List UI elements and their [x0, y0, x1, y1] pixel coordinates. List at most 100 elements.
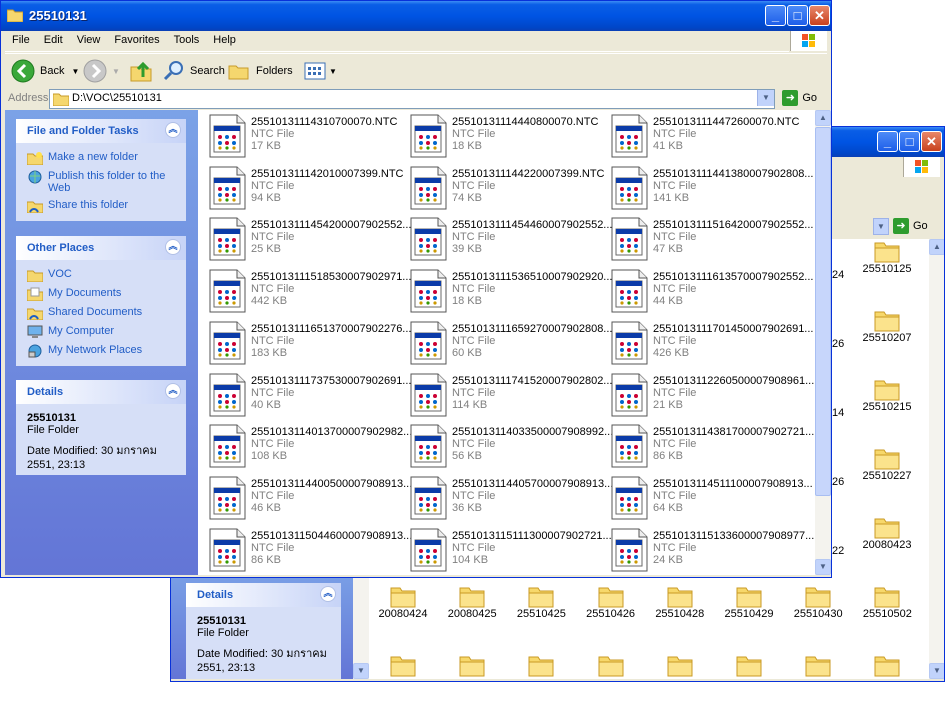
- close-button[interactable]: ✕: [921, 131, 942, 152]
- file-item[interactable]: 255101311440050000790​8913... NTC File 46 …: [204, 476, 412, 528]
- menu-help[interactable]: Help: [206, 31, 243, 46]
- chevron-down-icon[interactable]: ▼: [329, 67, 337, 76]
- file-item[interactable]: 25510131114440800070.NTC NTC File 18 KB: [405, 114, 605, 166]
- file-item[interactable]: 255101311165137000790​2276... NTC File 183…: [204, 321, 411, 373]
- folder-item[interactable]: 25510425: [511, 584, 571, 620]
- views-button[interactable]: ▼: [303, 58, 337, 84]
- place-voc-link[interactable]: VOC: [16, 265, 186, 284]
- scroll-up-button[interactable]: ▲: [929, 239, 944, 255]
- file-item[interactable]: 255101311174152000790​2802... NTC File 114…: [405, 373, 612, 425]
- tasks-panel-header[interactable]: File and Folder Tasks ︽: [16, 119, 186, 143]
- file-list-view[interactable]: 25510131114310700070.NTC NTC File 17 KB 255…: [198, 110, 815, 575]
- file-item[interactable]: 25510131114310700070.NTC NTC File 17 KB: [204, 114, 404, 166]
- go-button[interactable]: ➜ Go: [893, 218, 928, 234]
- vertical-scrollbar[interactable]: ▲ ▼: [815, 110, 831, 575]
- folder-item[interactable]: 25510207: [857, 308, 917, 344]
- place-network-places-link[interactable]: My Network Places: [16, 341, 186, 360]
- collapse-icon[interactable]: ︽: [165, 239, 181, 255]
- folder-item[interactable]: [857, 653, 917, 677]
- sidebar-scrollbar[interactable]: ▼: [353, 567, 369, 679]
- collapse-icon[interactable]: ︽: [165, 122, 181, 138]
- file-item[interactable]: 255101311145420000790​2552... NTC File 25 …: [204, 217, 411, 269]
- maximize-button[interactable]: □: [787, 5, 808, 26]
- folder-item[interactable]: 20080424: [373, 584, 433, 620]
- folder-item[interactable]: 25510215: [857, 377, 917, 413]
- folder-item[interactable]: [788, 653, 848, 677]
- folder-item[interactable]: [719, 653, 779, 677]
- minimize-button[interactable]: _: [877, 131, 898, 152]
- file-item[interactable]: 255101311145446000790​2552... NTC File 39 …: [405, 217, 612, 269]
- file-item[interactable]: 255101311513360000790​8977... NTC File 24 …: [606, 528, 814, 577]
- folder-item[interactable]: 25510227: [857, 446, 917, 482]
- menu-tools[interactable]: Tools: [167, 31, 207, 46]
- chevron-down-icon[interactable]: ▼: [112, 67, 120, 76]
- file-item[interactable]: 255101311151853000790​2971... NTC File 442…: [204, 269, 411, 321]
- chevron-down-icon[interactable]: ▼: [71, 67, 79, 76]
- folder-item[interactable]: 20080423: [857, 515, 917, 551]
- publish-web-link[interactable]: Publish this folder to the Web: [16, 167, 186, 196]
- folder-item[interactable]: 25510428: [650, 584, 710, 620]
- address-dropdown-button[interactable]: ▼: [757, 90, 774, 106]
- file-item[interactable]: 255101311451110000790​8913... NTC File 64 …: [606, 476, 813, 528]
- file-item[interactable]: 255101311438170000790​2721... NTC File 86 …: [606, 424, 814, 476]
- maximize-button[interactable]: □: [899, 131, 920, 152]
- file-item[interactable]: 255101311153651000790​2920... NTC File 18 …: [405, 269, 612, 321]
- file-item[interactable]: 25510131114472600070.NTC NTC File 41 KB: [606, 114, 806, 166]
- collapse-icon[interactable]: ︽: [320, 586, 336, 602]
- file-item[interactable]: 255101311170145000790​2691... NTC File 426…: [606, 321, 813, 373]
- folder-item[interactable]: 25510125: [857, 239, 917, 275]
- up-folder-button[interactable]: [129, 58, 153, 84]
- menu-favorites[interactable]: Favorites: [107, 31, 166, 46]
- file-item[interactable]: 255101311504460000790​8913... NTC File 86 …: [204, 528, 412, 577]
- folder-item[interactable]: [373, 653, 433, 677]
- place-my-documents-link[interactable]: My Documents: [16, 284, 186, 303]
- folder-item[interactable]: [581, 653, 641, 677]
- folder-item[interactable]: 25510502: [857, 584, 917, 620]
- file-item[interactable]: 255101311401370000790​2982... NTC File 108…: [204, 424, 412, 476]
- menu-view[interactable]: View: [70, 31, 108, 46]
- folder-item[interactable]: [650, 653, 710, 677]
- file-item[interactable]: 255101311226050000790​8961... NTC File 21 …: [606, 373, 814, 425]
- front-explorer-window[interactable]: 25510131 _ □ ✕ File Edit View Favorites Tool…: [0, 0, 832, 578]
- back-button[interactable]: Back ▼: [11, 58, 79, 84]
- go-button[interactable]: ➜ Go: [782, 90, 817, 106]
- details-panel-header[interactable]: Details ︽: [186, 583, 341, 607]
- address-field[interactable]: D:\VOC\25510131 ▼: [49, 89, 775, 109]
- address-dropdown-button[interactable]: ▼: [873, 218, 889, 235]
- close-button[interactable]: ✕: [809, 5, 830, 26]
- collapse-icon[interactable]: ︽: [165, 383, 181, 399]
- folders-button[interactable]: Folders: [227, 58, 293, 84]
- folder-item[interactable]: [442, 653, 502, 677]
- minimize-button[interactable]: _: [765, 5, 786, 26]
- file-item[interactable]: 255101311173753000790​2691... NTC File 40 …: [204, 373, 411, 425]
- file-item[interactable]: 255101311144138000790​2808... NTC File 141…: [606, 166, 813, 218]
- search-button[interactable]: Search: [163, 58, 225, 84]
- folder-item[interactable]: 25510429: [719, 584, 779, 620]
- file-item[interactable]: 255101311165927000790​2808... NTC File 60 …: [405, 321, 612, 373]
- file-item[interactable]: 255101311161357000790​2552... NTC File 44 …: [606, 269, 813, 321]
- front-window-titlebar[interactable]: 25510131 _ □ ✕: [1, 1, 831, 31]
- folder-item[interactable]: 25510426: [581, 584, 641, 620]
- file-item[interactable]: 255101311440570000790​8913... NTC File 36 …: [405, 476, 613, 528]
- scroll-thumb[interactable]: [815, 127, 831, 496]
- file-item[interactable]: 255101311511130000790​2721... NTC File 104…: [405, 528, 612, 577]
- places-panel-header[interactable]: Other Places ︽: [16, 236, 186, 260]
- scroll-down-button[interactable]: ▼: [815, 559, 831, 575]
- folder-item[interactable]: 20080425: [442, 584, 502, 620]
- share-folder-link[interactable]: Share this folder: [16, 196, 186, 215]
- scroll-up-button[interactable]: ▲: [815, 110, 831, 126]
- scroll-down-button[interactable]: ▼: [353, 663, 369, 679]
- scroll-down-button[interactable]: ▼: [929, 663, 944, 679]
- forward-button[interactable]: ▼: [83, 58, 120, 84]
- details-panel-header[interactable]: Details ︽: [16, 380, 186, 404]
- file-item[interactable]: 255101311151642000790​2552... NTC File 47 …: [606, 217, 813, 269]
- menu-file[interactable]: File: [5, 31, 37, 46]
- folder-item[interactable]: 25510430: [788, 584, 848, 620]
- back-vertical-scrollbar[interactable]: ▲ ▼: [929, 239, 944, 679]
- file-item[interactable]: 25510131114201000739​9.NTC NTC File 94 KB: [204, 166, 404, 218]
- menu-edit[interactable]: Edit: [37, 31, 70, 46]
- make-new-folder-link[interactable]: Make a new folder: [16, 148, 186, 167]
- place-my-computer-link[interactable]: My Computer: [16, 322, 186, 341]
- folder-item[interactable]: [511, 653, 571, 677]
- place-shared-documents-link[interactable]: Shared Documents: [16, 303, 186, 322]
